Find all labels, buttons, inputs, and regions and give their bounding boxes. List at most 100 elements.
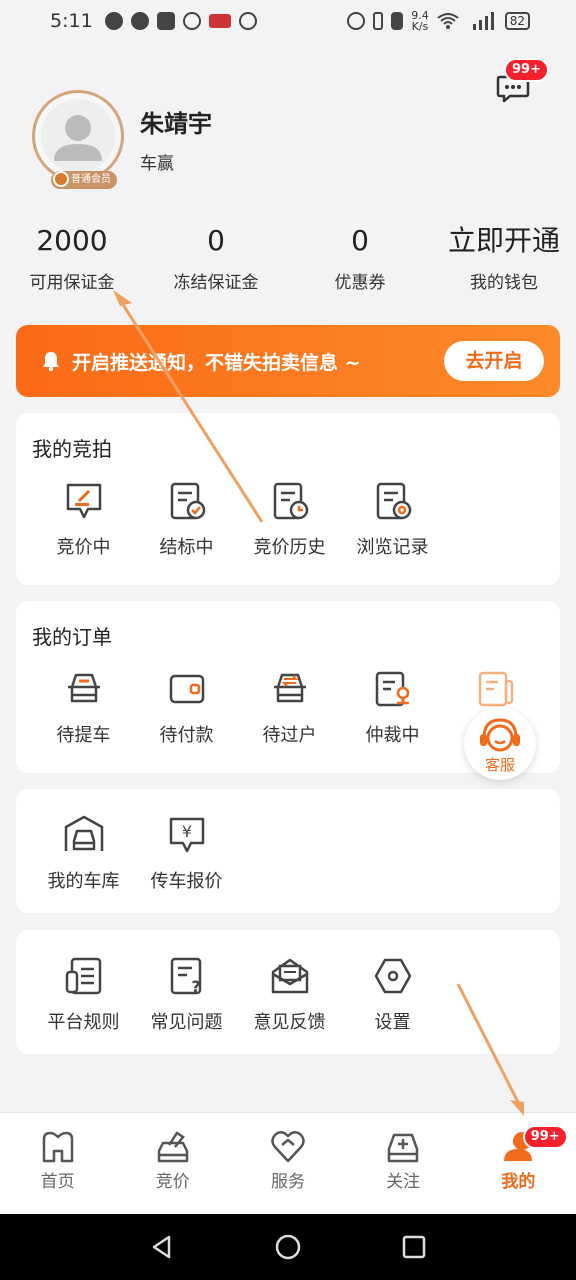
order-item-arbitration[interactable]: 仲裁中 [341,667,444,747]
wallet-icon [169,674,204,704]
car-pickup-icon [67,673,100,703]
banner-text: 开启推送通知，不错失拍卖信息 ~ [72,351,361,374]
user-silhouette-icon [54,115,102,161]
bottom-tab-bar: 首页 竞价 服务 关注 我的 99+ [0,1112,576,1214]
vip-badge: 普通会员 [51,171,117,189]
message-badge: 99+ [504,58,549,82]
stat-value: 0 [351,224,369,257]
battery-indicator: 82 [504,12,530,30]
auction-item-closing[interactable]: 结标中 [135,479,238,559]
misc-card: 平台规则 ? 常见问题 意见反馈 设置 [16,930,560,1054]
app-logo-notification-icon [208,14,231,28]
app-notification-icon [156,12,175,30]
user-name: 朱靖宇 [140,110,212,138]
follow-icon [387,1133,419,1163]
heart-service-icon [271,1131,305,1163]
customer-service-button[interactable]: 客服 [464,708,536,780]
tab-label: 竞价 [155,1172,190,1192]
order-item-label: 仲裁中 [365,725,420,746]
bluetooth-icon [373,12,384,30]
stat-frozen-deposit[interactable]: 0 冻结保证金 [144,222,288,293]
back-icon[interactable] [149,1234,175,1260]
headset-icon [480,718,520,752]
tab-service[interactable]: 服务 [230,1113,345,1214]
avatar-placeholder [41,99,115,173]
bid-history-icon [273,482,308,520]
stat-label: 可用保证金 [29,273,115,293]
enable-push-button[interactable]: 去开启 [444,341,544,381]
misc-item-label: 常见问题 [150,1012,223,1033]
auction-icon [157,1131,189,1163]
home-circle-icon[interactable] [274,1233,302,1261]
stat-value: 立即开通 [447,224,560,257]
avatar[interactable]: 普通会员 [32,90,124,189]
net-speed-unit: K/s [411,20,429,33]
vibrate-icon [391,12,404,30]
order-item-payment[interactable]: 待付款 [135,667,238,747]
svg-text:?: ? [191,977,200,996]
stat-value: 0 [207,224,225,257]
misc-item-settings[interactable]: 设置 [341,954,444,1034]
bell-icon [43,352,59,372]
customer-service-label: 客服 [484,756,515,774]
misc-item-feedback[interactable]: 意见反馈 [238,954,341,1034]
tab-follow[interactable]: 关注 [346,1113,461,1214]
my-orders-title: 我的订单 [32,625,112,649]
garage-item-price-quote[interactable]: ¥ 传车报价 [135,813,238,893]
alarm-icon [347,12,366,30]
stat-wallet[interactable]: 立即开通 我的钱包 [432,222,576,293]
misc-item-label: 意见反馈 [253,1012,326,1033]
all-orders-icon [478,671,513,707]
net-speed: 9.4 K/s [411,10,429,32]
misc-item-rules[interactable]: 平台规则 [32,954,135,1034]
faq-icon: ? [170,957,201,996]
vip-icon [53,171,69,187]
garage-card: 我的车库 ¥ 传车报价 [16,789,560,913]
stat-available-deposit[interactable]: 2000 可用保证金 [0,222,144,293]
wifi-icon [437,13,459,29]
misc-item-label: 设置 [374,1012,411,1033]
tab-label: 首页 [40,1172,75,1192]
order-item-label: 待过户 [262,725,317,746]
order-item-label: 待付款 [159,725,214,746]
recents-icon[interactable] [401,1234,427,1260]
tab-label: 服务 [270,1172,305,1192]
status-bar: 5:11 9.4 K/s 82 [0,0,576,42]
rules-icon [65,957,101,995]
auction-item-bidding[interactable]: 竞价中 [32,479,135,559]
stat-coupons[interactable]: 0 优惠券 [288,222,432,293]
tab-home[interactable]: 首页 [0,1113,115,1214]
order-item-transfer[interactable]: 待过户 [238,667,341,747]
order-item-pickup[interactable]: 待提车 [32,667,135,747]
status-time: 5:11 [50,10,93,32]
user-subtitle: 车赢 [140,154,174,174]
auction-item-label: 浏览记录 [356,537,429,558]
garage-item-label: 传车报价 [150,871,223,892]
settings-icon [374,958,411,994]
tab-mine[interactable]: 我的 99+ [461,1113,576,1214]
misc-item-faq[interactable]: ? 常见问题 [135,954,238,1034]
auction-item-label: 竞价中 [56,537,111,558]
garage-item-label: 我的车库 [47,871,120,892]
svg-text:¥: ¥ [181,822,191,841]
tab-auction[interactable]: 竞价 [115,1113,230,1214]
system-nav-bar [0,1214,576,1280]
auction-item-label: 结标中 [159,537,214,558]
my-auction-card: 我的竞拍 竞价中 结标中 竞价历史 浏览记录 [16,413,560,585]
auction-item-browse-history[interactable]: 浏览记录 [341,479,444,559]
my-auction-title: 我的竞拍 [32,437,112,461]
garage-icon [64,815,103,851]
price-quote-icon: ¥ [169,817,204,853]
order-item-label: 待提车 [56,725,111,746]
closing-icon [170,482,205,520]
sf-express-icon [182,12,201,30]
vip-label: 普通会员 [71,174,111,185]
tab-label: 关注 [386,1172,421,1192]
misc-item-label: 平台规则 [47,1012,120,1033]
play-notification-icon [130,12,149,30]
garage-item-my-garage[interactable]: 我的车库 [32,813,135,893]
auction-item-bid-history[interactable]: 竞价历史 [238,479,341,559]
stat-value: 2000 [36,224,108,257]
message-button[interactable]: 99+ [496,58,549,103]
auction-item-label: 竞价历史 [253,537,326,558]
